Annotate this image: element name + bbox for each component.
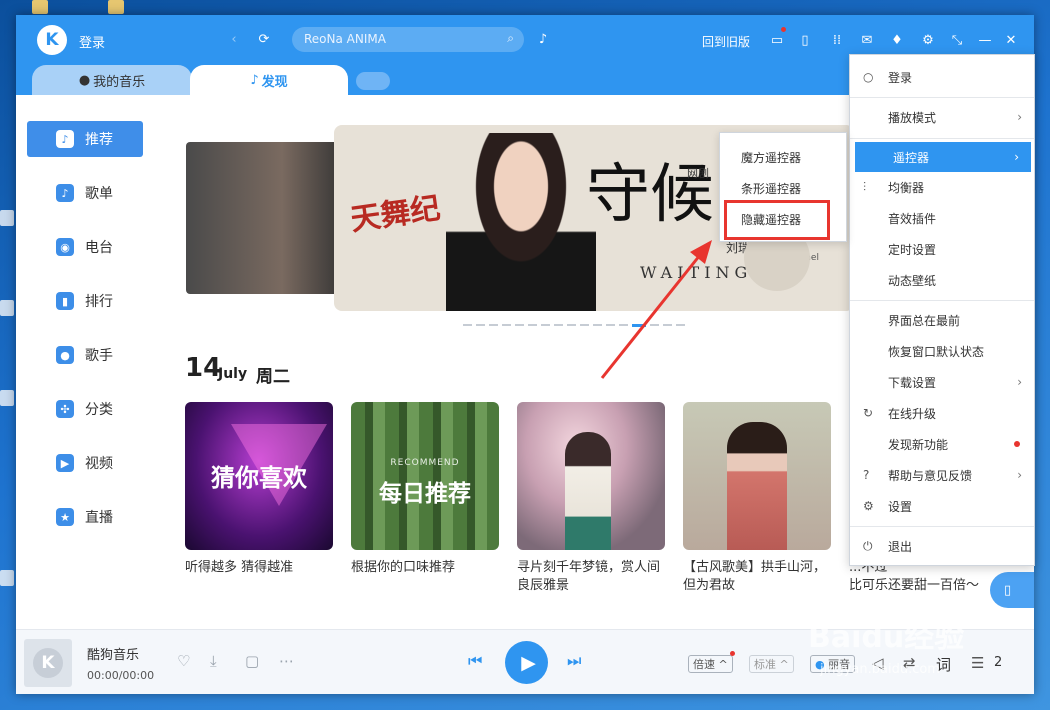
watermark-logo: Baidu经验: [808, 620, 965, 655]
annotation-arrow: [600, 240, 712, 379]
watermark-url: jingyan.baidu.com: [820, 662, 940, 677]
annotation-arrow-head: [690, 240, 712, 264]
annotation-arrow-line: [600, 254, 702, 379]
